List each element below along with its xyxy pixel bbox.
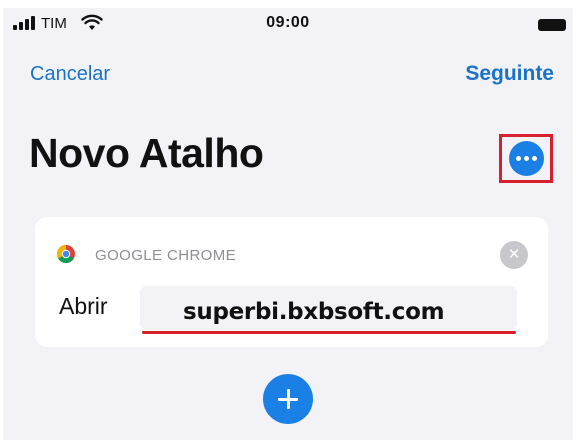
ellipsis-icon [524,156,529,161]
shortcut-screen: TIM 09:00 Cancelar Seguinte Novo Atalho … [3,8,573,440]
status-time: 09:00 [266,14,310,31]
cancel-button[interactable]: Cancelar [30,63,110,86]
ellipsis-icon [532,156,537,161]
google-chrome-icon [57,245,75,263]
battery-icon [538,19,566,31]
action-card[interactable]: GOOGLE CHROME × Abrir superbi.bxbsoft.co… [35,217,548,347]
add-action-button[interactable] [263,374,313,424]
ellipsis-icon [516,156,521,161]
app-name-label: GOOGLE CHROME [95,247,237,264]
status-bar: TIM 09:00 [3,8,573,42]
url-highlight-underline [142,331,516,334]
close-circle-icon[interactable]: × [500,241,528,269]
page-title: Novo Atalho [29,130,264,176]
action-label: Abrir [59,293,108,319]
next-button[interactable]: Seguinte [465,62,554,86]
url-value[interactable]: superbi.bxbsoft.com [183,299,445,325]
more-options-button[interactable] [509,141,544,176]
